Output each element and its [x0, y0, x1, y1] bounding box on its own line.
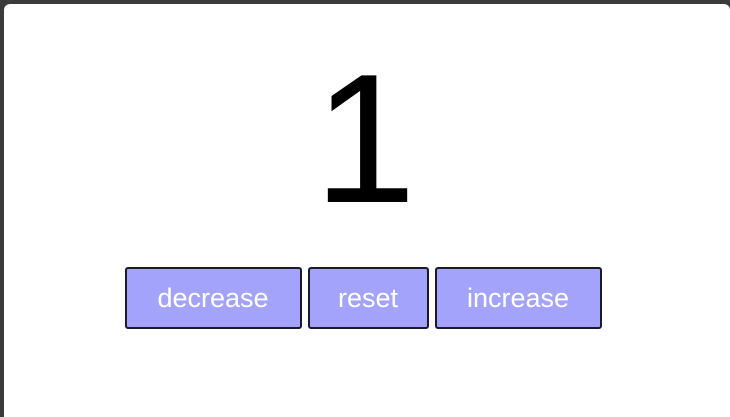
decrease-button[interactable]: decrease — [124, 267, 302, 329]
increase-button[interactable]: increase — [434, 267, 602, 329]
counter-controls: decrease reset increase — [4, 267, 730, 329]
reset-button[interactable]: reset — [307, 267, 429, 329]
app-window: 1 decrease reset increase — [4, 4, 730, 417]
counter-value: 1 — [313, 35, 417, 241]
